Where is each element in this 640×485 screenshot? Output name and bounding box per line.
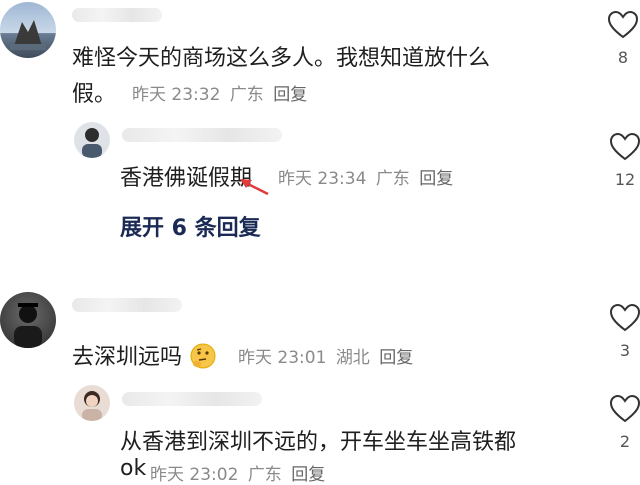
comment-text-line2: 假。 <box>72 82 117 107</box>
avatar[interactable] <box>74 122 110 158</box>
comment-text-line2: ok <box>120 456 147 481</box>
username-blurred[interactable] <box>122 128 282 142</box>
timestamp: 昨天 23:32 <box>132 85 221 105</box>
like-button[interactable]: 2 <box>608 394 640 451</box>
like-count: 3 <box>619 341 631 360</box>
location: 湖北 <box>335 348 370 368</box>
location: 广东 <box>375 169 410 189</box>
comment-text: 去深圳远吗 <box>72 339 217 371</box>
heart-icon <box>609 303 640 332</box>
like-button[interactable]: 3 <box>608 303 640 360</box>
timestamp: 昨天 23:01 <box>238 348 327 368</box>
like-button[interactable]: 8 <box>606 10 640 67</box>
avatar[interactable] <box>0 2 56 58</box>
comment-text: 香港佛诞假期 <box>120 166 253 191</box>
heart-icon <box>607 10 639 39</box>
comment-text-body: 去深圳远吗 <box>72 345 183 370</box>
username-blurred[interactable] <box>72 8 162 22</box>
like-count: 2 <box>619 432 631 451</box>
timestamp: 昨天 23:34 <box>278 169 367 189</box>
comment-meta: 昨天 23:02 广东 回复 <box>150 460 325 485</box>
username-blurred[interactable] <box>72 298 182 312</box>
reply-button[interactable]: 回复 <box>291 465 325 485</box>
thinking-face-icon <box>190 343 216 369</box>
like-count: 8 <box>617 48 629 67</box>
avatar[interactable] <box>0 292 56 348</box>
comment-meta: 昨天 23:01 湖北 回复 <box>238 343 413 368</box>
person-icon <box>14 303 42 348</box>
comment-meta: 昨天 23:34 广东 回复 <box>278 164 453 189</box>
person-icon <box>82 391 102 421</box>
annotation-arrow-icon <box>240 179 269 196</box>
heart-icon <box>609 132 640 161</box>
heart-icon <box>609 394 640 423</box>
reply-button[interactable]: 回复 <box>419 169 453 189</box>
reply-button[interactable]: 回复 <box>273 85 307 105</box>
like-count: 12 <box>614 170 636 189</box>
location: 广东 <box>247 465 282 485</box>
expand-replies-button[interactable]: 展开 6 条回复 <box>120 210 261 242</box>
username-blurred[interactable] <box>122 392 262 406</box>
person-icon <box>82 128 102 158</box>
reply-button[interactable]: 回复 <box>379 348 413 368</box>
comment-text: 从香港到深圳不远的，开车坐车坐高铁都 <box>120 430 517 455</box>
location: 广东 <box>229 85 264 105</box>
landscape-icon <box>10 20 46 50</box>
timestamp: 昨天 23:02 <box>150 465 239 485</box>
like-button[interactable]: 12 <box>608 132 640 189</box>
comment-meta: 昨天 23:32 广东 回复 <box>132 80 307 105</box>
avatar[interactable] <box>74 385 110 421</box>
comment-text: 难怪今天的商场这么多人。我想知道放什么 <box>72 46 491 71</box>
